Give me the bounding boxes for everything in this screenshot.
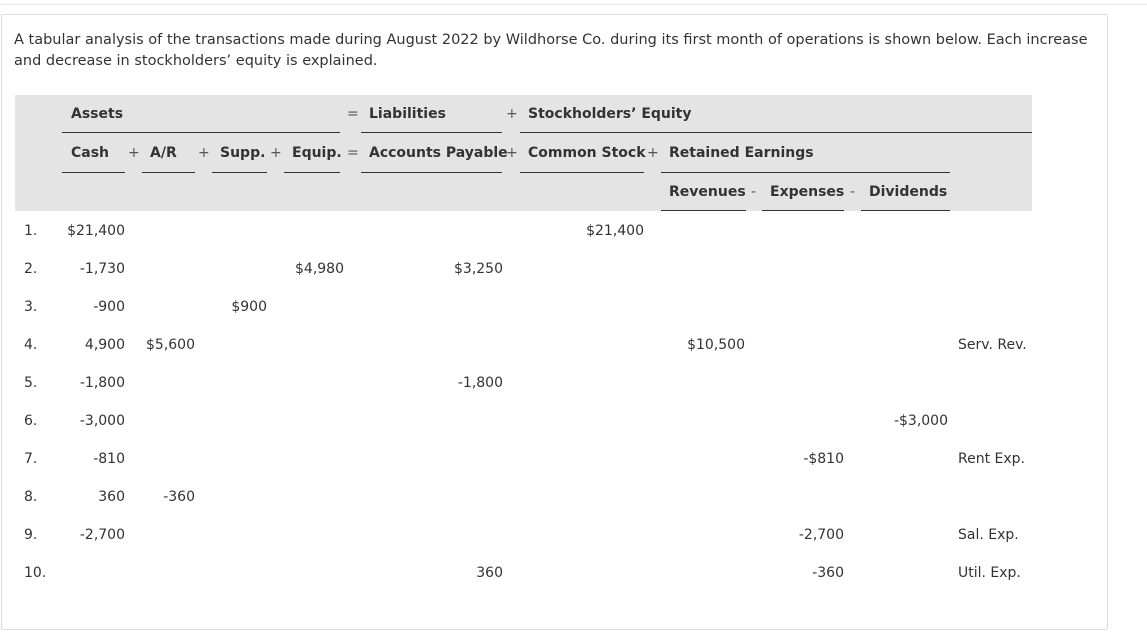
header-ar: A/R xyxy=(150,145,177,161)
ap-underline xyxy=(361,172,502,173)
header-retained-earnings: Retained Earnings xyxy=(669,145,814,161)
cell-cash: -2,700 xyxy=(79,527,125,543)
row-number: 5. xyxy=(24,375,38,391)
row-number: 10. xyxy=(24,565,47,581)
header-supplies: Supp. xyxy=(220,145,266,161)
cell-ap: -1,800 xyxy=(457,375,503,391)
equity-explanation: Serv. Rev. xyxy=(958,337,1027,353)
equity-explanation: Util. Exp. xyxy=(958,565,1021,581)
cell-ap: 360 xyxy=(476,565,503,581)
cell-ap: $3,250 xyxy=(454,261,503,277)
cell-cash: -900 xyxy=(93,299,125,315)
cell-cash: $21,400 xyxy=(67,223,125,239)
cell-cash: 4,900 xyxy=(84,337,125,353)
dividends-underline xyxy=(861,210,950,211)
ar-underline xyxy=(142,172,195,173)
header-minus-exp: - xyxy=(751,184,757,200)
cell-cs: $21,400 xyxy=(586,223,644,239)
cell-cash: -1,800 xyxy=(79,375,125,391)
cell-ar: -360 xyxy=(163,489,195,505)
header-dividends: Dividends xyxy=(869,184,948,200)
cell-cash: -810 xyxy=(93,451,125,467)
header-assets: Assets xyxy=(71,106,124,122)
header-accounts-payable: Accounts Payable xyxy=(369,145,508,161)
header-cash: Cash xyxy=(71,145,110,161)
equity-underline xyxy=(520,132,1032,133)
top-divider xyxy=(0,4,1147,5)
intro-text: A tabular analysis of the transactions m… xyxy=(14,32,1088,69)
liabilities-underline xyxy=(361,132,502,133)
header-plus-equip: + xyxy=(270,145,282,161)
cell-exp: -$810 xyxy=(803,451,844,467)
cell-supp: $900 xyxy=(231,299,267,315)
revenues-underline xyxy=(661,210,746,211)
header-plus-cs: + xyxy=(506,145,518,161)
assets-underline xyxy=(62,132,340,133)
row-number: 6. xyxy=(24,413,38,429)
supp-underline xyxy=(212,172,267,173)
cell-exp: -360 xyxy=(812,565,844,581)
header-equals-2: = xyxy=(347,145,359,161)
cash-underline xyxy=(62,172,125,173)
header-plus-ar: + xyxy=(128,145,140,161)
row-number: 1. xyxy=(24,223,38,239)
cell-cash: -1,730 xyxy=(79,261,125,277)
header-expenses: Expenses xyxy=(770,184,845,200)
row-number: 7. xyxy=(24,451,38,467)
row-number: 4. xyxy=(24,337,38,353)
re-underline xyxy=(661,172,950,173)
row-number: 9. xyxy=(24,527,38,543)
header-equipment: Equip. xyxy=(292,145,342,161)
cell-div: -$3,000 xyxy=(893,413,948,429)
header-stockholders-equity: Stockholders’ Equity xyxy=(528,106,692,122)
cell-cash: 360 xyxy=(98,489,125,505)
header-common-stock: Common Stock xyxy=(528,145,646,161)
row-number: 3. xyxy=(24,299,38,315)
header-plus-1: + xyxy=(506,106,518,122)
cell-ar: $5,600 xyxy=(146,337,195,353)
equip-underline xyxy=(284,172,340,173)
equity-explanation: Rent Exp. xyxy=(958,451,1025,467)
row-number: 8. xyxy=(24,489,38,505)
header-revenues: Revenues xyxy=(669,184,746,200)
cell-cash: -3,000 xyxy=(79,413,125,429)
header-plus-supp: + xyxy=(198,145,210,161)
expenses-underline xyxy=(762,210,844,211)
row-number: 2. xyxy=(24,261,38,277)
cell-equip: $4,980 xyxy=(295,261,344,277)
header-plus-re: + xyxy=(647,145,659,161)
header-liabilities: Liabilities xyxy=(369,106,446,122)
cell-rev: $10,500 xyxy=(687,337,745,353)
cs-underline xyxy=(520,172,644,173)
header-minus-div: - xyxy=(850,184,856,200)
cell-exp: -2,700 xyxy=(798,527,844,543)
header-equals-1: = xyxy=(347,106,359,122)
equity-explanation: Sal. Exp. xyxy=(958,527,1019,543)
